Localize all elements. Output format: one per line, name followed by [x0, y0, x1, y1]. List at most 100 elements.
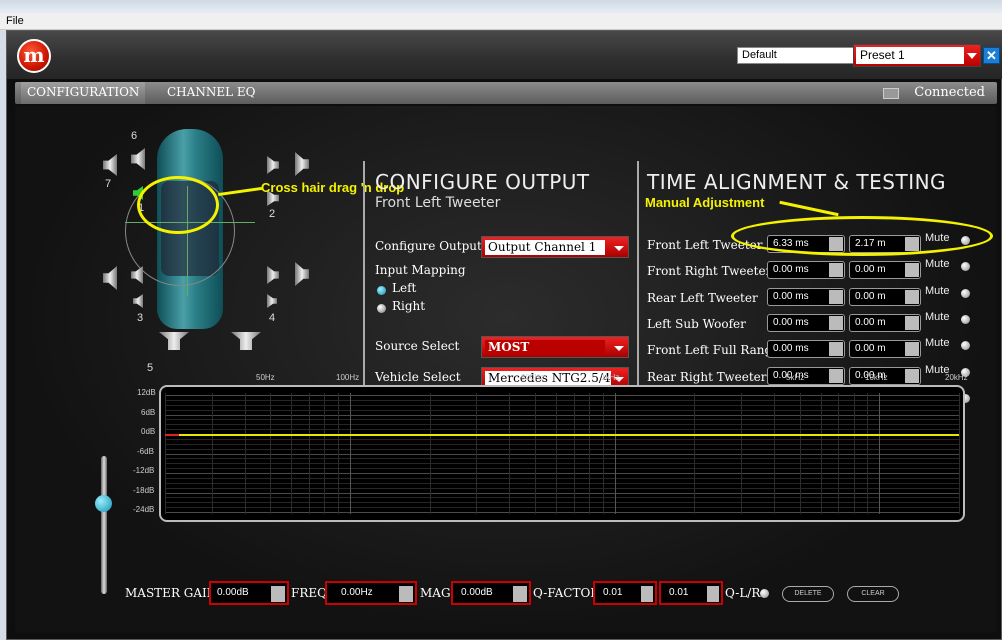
ta-delay-value: 0.00 ms [773, 264, 809, 275]
eq-gridline-v [867, 393, 868, 514]
master-gain-slider-knob[interactable] [95, 495, 112, 512]
q2-field[interactable]: 0.01 [659, 581, 723, 605]
ta-mute-label: Mute [925, 258, 950, 270]
stepper-up-icon[interactable] [905, 342, 919, 349]
ta-delay-field[interactable]: 0.00 ms [767, 288, 845, 306]
stepper-down-icon[interactable] [905, 349, 919, 356]
stepper-down-icon[interactable] [905, 376, 919, 383]
preset-name-input[interactable]: Default [737, 47, 855, 64]
window-title-strip [0, 0, 1002, 13]
eq-gridline-v [800, 393, 801, 514]
eq-db-label: -24dB [133, 505, 155, 514]
eq-hz-label: 5kHz [786, 373, 805, 382]
q2-stepper[interactable] [707, 586, 719, 602]
speaker-fr-woofer-icon[interactable] [295, 152, 309, 176]
ta-mute-toggle[interactable] [961, 262, 970, 271]
stepper-down-icon[interactable] [829, 323, 843, 330]
ta-delay-field[interactable]: 0.00 ms [767, 261, 845, 279]
q1-stepper[interactable] [641, 586, 653, 602]
tab-configuration[interactable]: CONFIGURATION [21, 82, 146, 104]
ta-delay-field[interactable]: 0.00 ms [767, 314, 845, 332]
ta-mute-label: Mute [925, 337, 950, 349]
speaker-rl-tweeter-icon[interactable] [131, 266, 143, 284]
stepper-up-icon[interactable] [905, 290, 919, 297]
ta-delay-field[interactable]: 0.00 ms [767, 367, 845, 385]
stepper-up-icon[interactable] [829, 369, 843, 376]
stepper-down-icon[interactable] [829, 270, 843, 277]
speaker-rr-tweeter-icon[interactable] [267, 266, 279, 284]
subwoofer-right-icon[interactable] [231, 332, 261, 350]
stepper-up-icon[interactable] [829, 290, 843, 297]
clear-button[interactable]: CLEAR [847, 586, 899, 602]
stepper-down-icon[interactable] [905, 270, 919, 277]
stepper-down-icon[interactable] [829, 376, 843, 383]
menu-bar: File [0, 13, 1002, 30]
eq-gridline-v [350, 393, 351, 514]
configure-outputs-select[interactable]: Output Channel 1 [481, 236, 629, 258]
ta-mute-toggle[interactable] [961, 289, 970, 298]
eq-gridline-h [165, 507, 959, 508]
input-mapping-label: Input Mapping [375, 263, 466, 277]
delete-button[interactable]: DELETE [782, 586, 834, 602]
eq-gridline-v [535, 393, 536, 514]
ta-mute-toggle[interactable] [961, 341, 970, 350]
ta-distance-field[interactable]: 0.00 m [849, 340, 921, 358]
configure-outputs-label: Configure Outputs [375, 239, 488, 253]
stepper-up-icon[interactable] [905, 316, 919, 323]
radio-left[interactable] [377, 286, 386, 295]
connection-status: Connected [914, 85, 985, 100]
ta-delay-field[interactable]: 0.00 ms [767, 340, 845, 358]
eq-gridline-v [509, 393, 510, 514]
q1-field[interactable]: 0.01 [593, 581, 657, 605]
eq-gridline-h [165, 512, 959, 513]
eq-graph[interactable] [159, 385, 965, 522]
speaker-7-icon[interactable] [103, 154, 117, 176]
eq-hz-label: 500Hz [521, 373, 545, 382]
stepper-up-icon[interactable] [829, 316, 843, 323]
radio-right[interactable] [377, 304, 386, 313]
speaker-6-icon[interactable] [131, 148, 145, 170]
stepper-up-icon[interactable] [829, 263, 843, 270]
speaker-rr-woofer-icon[interactable] [295, 262, 309, 286]
freq-stepper[interactable] [399, 586, 413, 602]
master-gain-field[interactable]: 0.00dB [209, 581, 289, 605]
mag-field[interactable]: 0.00dB [451, 581, 531, 605]
close-icon[interactable]: ✕ [983, 47, 1000, 64]
ta-distance-value: 0.00 m [855, 343, 886, 354]
stepper-down-icon[interactable] [829, 297, 843, 304]
preset-select-value: Preset 1 [856, 47, 964, 64]
stepper-down-icon[interactable] [905, 323, 919, 330]
ta-distance-field[interactable]: 0.00 m [849, 261, 921, 279]
eq-gridline-v [879, 393, 880, 514]
speaker-label-6: 6 [131, 130, 138, 142]
stepper-up-icon[interactable] [829, 342, 843, 349]
subwoofer-left-icon[interactable] [159, 332, 189, 350]
stepper-up-icon[interactable] [905, 369, 919, 376]
eq-marker[interactable] [165, 434, 179, 436]
tab-channel-eq[interactable]: CHANNEL EQ [167, 85, 255, 99]
ta-distance-field[interactable]: 0.00 m [849, 288, 921, 306]
master-gain-slider-track[interactable] [101, 456, 107, 594]
preset-select[interactable]: Preset 1 [853, 44, 981, 67]
speaker-4-icon[interactable] [267, 294, 277, 308]
stepper-down-icon[interactable] [905, 297, 919, 304]
stepper-up-icon[interactable] [905, 263, 919, 270]
eq-gridline-h [165, 463, 959, 464]
ta-mute-toggle[interactable] [961, 315, 970, 324]
speaker-3-icon[interactable] [133, 294, 143, 308]
ta-distance-field[interactable]: 0.00 m [849, 314, 921, 332]
stepper-down-icon[interactable] [829, 349, 843, 356]
speaker-fr-tweeter-icon[interactable] [267, 156, 279, 174]
eq-gridline-h [165, 454, 959, 455]
eq-db-label: 12dB [137, 388, 156, 397]
freq-field[interactable]: 0.00Hz [325, 581, 417, 605]
source-select[interactable]: MOST [481, 336, 629, 358]
ta-row-name: Rear Left Tweeter [647, 291, 758, 305]
vehicle-select-value: Mercedes NTG2.5/4.5 [485, 371, 611, 386]
speaker-rl-woofer-icon[interactable] [103, 266, 117, 290]
eq-gridline-h [165, 483, 959, 484]
q-lr-toggle[interactable] [760, 589, 769, 598]
mag-stepper[interactable] [513, 586, 527, 602]
file-menu[interactable]: File [6, 15, 24, 27]
master-gain-stepper[interactable] [271, 586, 285, 602]
